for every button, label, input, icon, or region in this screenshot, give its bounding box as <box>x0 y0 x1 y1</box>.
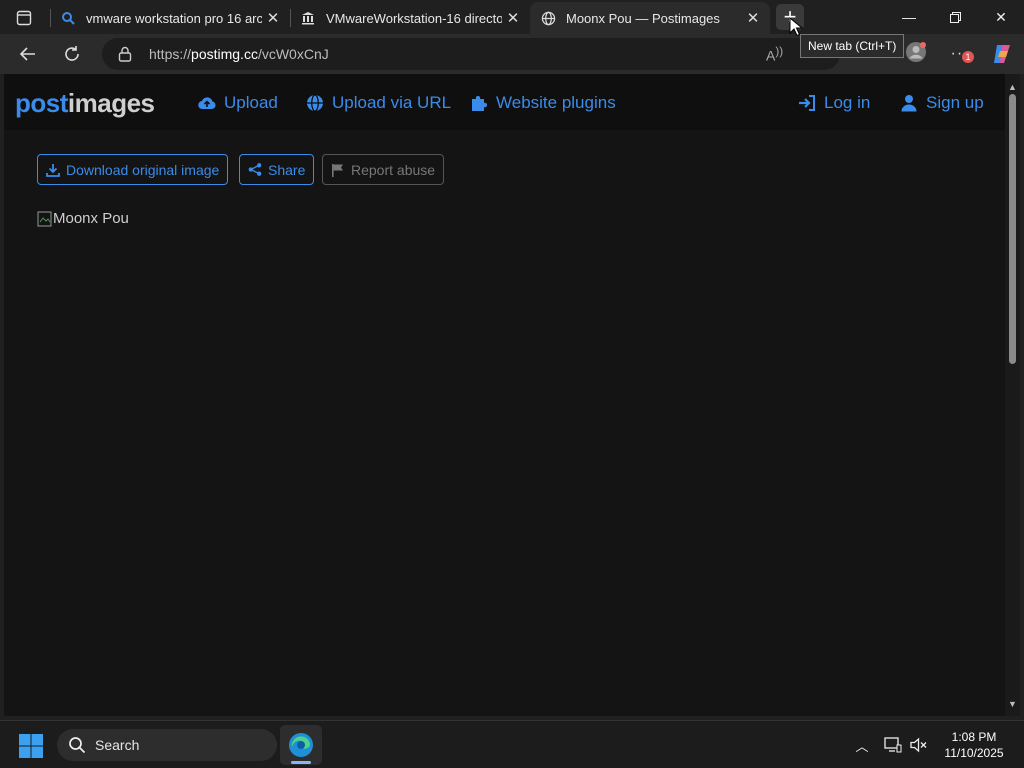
tab-strip: vmware workstation pro 16 archive ✕ VMwa… <box>0 0 1024 34</box>
notification-badge: 1 <box>962 51 974 63</box>
tab-actions-button[interactable] <box>10 7 38 29</box>
sign-in-icon <box>798 94 816 112</box>
broken-image-icon <box>37 211 53 227</box>
globe-icon <box>306 94 324 112</box>
edge-icon <box>289 733 313 757</box>
tab-title: vmware workstation pro 16 archive <box>86 10 262 26</box>
refresh-icon <box>65 46 79 61</box>
restore-icon <box>949 11 961 23</box>
start-button[interactable] <box>18 733 44 759</box>
share-label: Share <box>268 161 306 178</box>
search-label: Search <box>95 737 140 753</box>
download-label: Download original image <box>66 161 220 178</box>
image-alt-text: Moonx Pou <box>53 210 129 227</box>
nav-upload[interactable]: Upload <box>198 93 278 113</box>
url-scheme: https:// <box>149 46 192 62</box>
close-icon: ✕ <box>995 8 1007 25</box>
flag-icon <box>331 163 345 177</box>
globe-icon <box>540 10 556 26</box>
search-icon <box>60 10 76 26</box>
close-tab-icon[interactable]: ✕ <box>742 7 764 29</box>
edge-taskbar-button[interactable] <box>280 725 322 765</box>
tab-title: Moonx Pou — Postimages <box>566 10 720 26</box>
close-tab-icon[interactable]: ✕ <box>262 7 284 29</box>
report-abuse-button[interactable]: Report abuse <box>322 154 445 185</box>
restore-button[interactable] <box>932 0 978 34</box>
nav-signup[interactable]: Sign up <box>900 93 984 113</box>
postimages-logo[interactable]: postimages <box>15 88 155 119</box>
system-clock[interactable]: 1:08 PM 11/10/2025 <box>934 729 1014 761</box>
nav-upload-label: Upload <box>224 93 278 112</box>
user-icon <box>900 94 918 112</box>
nav-login[interactable]: Log in <box>798 93 870 113</box>
cloud-upload-icon <box>198 94 216 112</box>
taskbar-search[interactable]: Search <box>57 729 277 761</box>
download-icon <box>46 163 60 177</box>
nav-upload-url-label: Upload via URL <box>332 93 452 112</box>
nav-website-plugins[interactable]: Website plugins <box>470 93 616 113</box>
tab-vmware-search[interactable]: vmware workstation pro 16 archive ✕ <box>50 2 290 34</box>
taskbar: Search ︿ 1:08 PM 11/10/2025 <box>0 720 1024 768</box>
nav-upload-via-url[interactable]: Upload via URL <box>306 93 451 113</box>
profile-icon[interactable] <box>904 40 928 64</box>
minimize-icon: — <box>902 9 916 25</box>
share-button[interactable]: Share <box>239 154 315 185</box>
share-icon <box>248 163 262 177</box>
report-label: Report abuse <box>351 161 436 178</box>
nav-signup-label: Sign up <box>926 93 984 112</box>
address-bar[interactable]: https://postimg.cc/vcW0xCnJ A)) <box>102 38 840 70</box>
scrollbar-thumb[interactable] <box>1009 94 1016 364</box>
broken-image[interactable]: Moonx Pou <box>37 210 129 227</box>
puzzle-piece-icon <box>470 94 488 112</box>
logo-part-post: post <box>15 88 68 118</box>
close-window-button[interactable]: ✕ <box>978 0 1024 34</box>
volume-muted-icon[interactable] <box>909 735 929 755</box>
close-tab-icon[interactable]: ✕ <box>502 7 524 29</box>
archive-icon <box>300 10 316 26</box>
windows-logo-icon <box>19 734 43 758</box>
vertical-scrollbar[interactable]: ▲ ▼ <box>1005 74 1020 716</box>
lock-icon[interactable] <box>118 46 134 62</box>
tab-postimages[interactable]: Moonx Pou — Postimages ✕ <box>530 2 770 34</box>
active-app-indicator <box>291 761 311 764</box>
logo-part-images: images <box>67 88 155 118</box>
url-path: /vcW0xCnJ <box>257 46 329 62</box>
network-icon[interactable] <box>883 735 903 755</box>
clock-time: 1:08 PM <box>951 730 997 744</box>
show-hidden-icons-button[interactable]: ︿ <box>852 735 872 755</box>
new-tab-tooltip: New tab (Ctrl+T) <box>800 34 905 58</box>
url-host: postimg.cc <box>191 46 258 62</box>
nav-login-label: Log in <box>824 93 871 112</box>
back-arrow-icon <box>19 47 35 61</box>
tab-actions-icon <box>16 10 32 26</box>
search-icon <box>69 737 86 754</box>
page-viewport: postimages Upload Upload via URL Website… <box>4 74 1005 716</box>
chevron-up-icon: ︿ <box>855 738 869 754</box>
clock-date: 11/10/2025 <box>944 746 1004 760</box>
refresh-button[interactable] <box>56 38 88 70</box>
read-aloud-icon[interactable]: A)) <box>766 45 783 64</box>
download-original-button[interactable]: Download original image <box>37 154 229 185</box>
scroll-down-icon[interactable]: ▼ <box>1008 700 1017 709</box>
site-navbar: postimages Upload Upload via URL Website… <box>4 74 1005 130</box>
minimize-button[interactable]: — <box>886 0 932 34</box>
tab-vmware-directory[interactable]: VMwareWorkstation-16 directory li ✕ <box>290 2 530 34</box>
settings-more-icon[interactable]: ··· 1 <box>948 42 974 66</box>
nav-plugins-label: Website plugins <box>496 93 616 112</box>
scroll-up-icon[interactable]: ▲ <box>1008 83 1017 92</box>
mouse-cursor-icon <box>789 17 803 37</box>
url-text: https://postimg.cc/vcW0xCnJ <box>149 46 329 62</box>
back-button[interactable] <box>12 38 44 70</box>
copilot-icon[interactable] <box>990 42 1014 66</box>
tab-title: VMwareWorkstation-16 directory li <box>326 10 502 26</box>
